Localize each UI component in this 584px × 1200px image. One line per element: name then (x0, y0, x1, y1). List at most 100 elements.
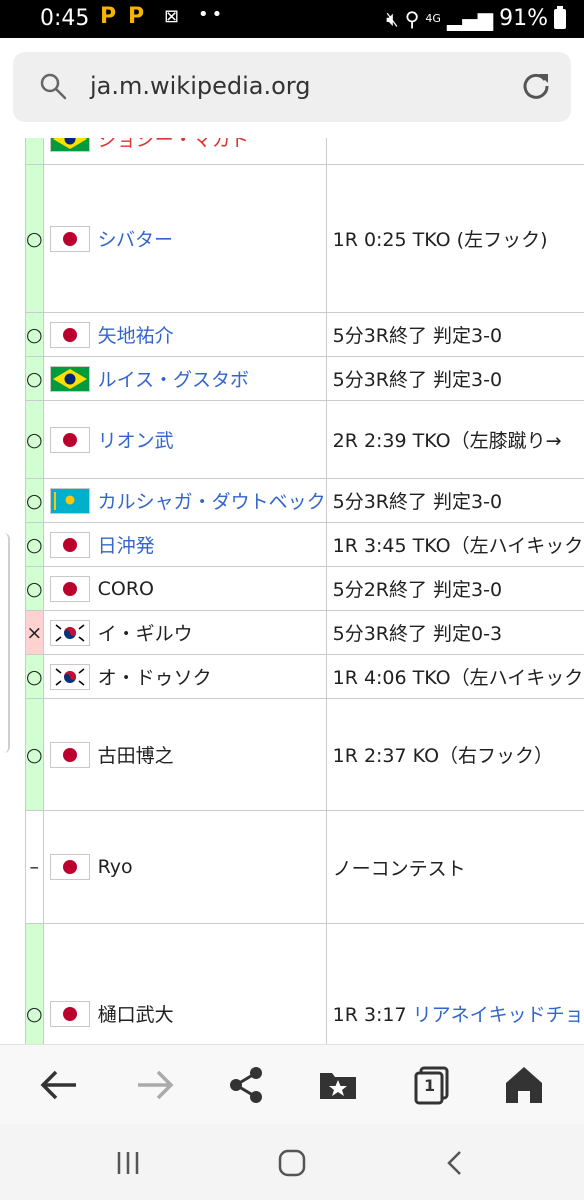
battery-percent: 91% (499, 6, 548, 31)
japan-flag-icon (49, 321, 90, 348)
back-arrow-icon[interactable] (38, 1063, 82, 1107)
app-notification-icon: P (100, 4, 117, 29)
opponent-cell: 日沖発 (42, 522, 327, 567)
result-cell: ○ (25, 312, 44, 357)
opponent-name: 古田博之 (97, 745, 174, 767)
opponent-cell: CORO (42, 566, 327, 611)
result-cell: ○ (25, 566, 44, 611)
status-bar: 0:45 P P ⊠ •• 🔇︎ ⚲ 4G ▂▄▆ 91% (0, 0, 584, 38)
method-cell: 1R 2:37 KO（右フック） (325, 698, 584, 811)
more-notifications-icon: •• (198, 4, 226, 25)
gallery-notification-icon: ⊠ (164, 6, 180, 27)
result-cell: ○ (25, 923, 44, 1044)
opponent-cell: シバター (42, 164, 327, 313)
recent-apps-icon[interactable] (113, 1148, 143, 1178)
reload-icon[interactable] (521, 71, 551, 101)
result-cell: ○ (25, 356, 44, 401)
table-row: ○ リオン武 2R 2:39 TKO（左膝蹴り→ (25, 400, 584, 479)
opponent-name[interactable]: カルシャガ・ダウトベック (98, 487, 326, 514)
fight-record-table: ジョシー・マカド ○ シバター 1R 0:25 TKO (左フック) ○ 矢地祐介 5分3R… (25, 138, 584, 1044)
table-row: ジョシー・マカド (25, 138, 584, 165)
japan-flag-icon (49, 575, 90, 602)
page-content[interactable]: ジョシー・マカド ○ シバター 1R 0:25 TKO (左フック) ○ 矢地祐介 5分3R… (0, 138, 584, 1044)
bookmark-star-icon[interactable] (316, 1063, 360, 1107)
result-cell: ○ (25, 698, 44, 811)
table-row: ○ シバター 1R 0:25 TKO (左フック) (25, 164, 584, 313)
opponent-name: 樋口武大 (97, 1004, 174, 1026)
status-right: 🔇︎ ⚲ 4G ▂▄▆ 91% (386, 5, 566, 31)
table-row: ○ 矢地祐介 5分3R終了 判定3-0 (25, 312, 584, 357)
browser-toolbar: 1 (0, 1044, 584, 1125)
home-button-icon[interactable] (277, 1148, 307, 1178)
method-link[interactable]: リアネイキッドチョーク (413, 1004, 584, 1026)
opponent-cell: 古田博之 (42, 698, 327, 811)
opponent-name[interactable]: ルイス・グスタボ (98, 365, 249, 392)
table-row: ○ 日沖発 1R 3:45 TKO（左ハイキック (25, 522, 584, 567)
status-time: 0:45 (40, 6, 90, 31)
method-cell: 5分3R終了 判定3-0 (325, 356, 584, 401)
tabs-count: 1 (424, 1076, 436, 1095)
korea-flag-icon (49, 663, 90, 690)
network-type: 4G (425, 12, 441, 25)
method-cell (325, 138, 584, 165)
table-row: ○ 樋口武大 1R 3:17 リアネイキッドチョーク (25, 923, 584, 1044)
method-cell: 1R 3:45 TKO（左ハイキック (325, 522, 584, 567)
japan-flag-icon (49, 1000, 90, 1027)
result-cell: ○ (25, 400, 44, 479)
tabs-button[interactable]: 1 (410, 1063, 454, 1107)
table-row: × イ・ギルウ 5分3R終了 判定0-3 (25, 610, 584, 655)
method-cell: 1R 3:17 リアネイキッドチョーク (325, 923, 584, 1044)
signal-icon: ▂▄▆ (446, 6, 494, 31)
opponent-name[interactable]: 日沖発 (98, 531, 155, 558)
battery-icon (554, 5, 566, 29)
table-row: ○ オ・ドゥソク 1R 4:06 TKO（左ハイキック (25, 654, 584, 699)
opponent-name: イ・ギルウ (97, 623, 193, 645)
search-icon[interactable] (39, 72, 67, 100)
method-cell: 5分3R終了 判定3-0 (325, 478, 584, 523)
japan-flag-icon (49, 426, 90, 453)
japan-flag-icon (49, 225, 90, 252)
japan-flag-icon (49, 531, 90, 558)
result-cell: ○ (25, 478, 44, 523)
share-icon[interactable] (224, 1063, 268, 1107)
result-cell: – (25, 810, 44, 924)
url-text[interactable]: ja.m.wikipedia.org (90, 72, 310, 100)
system-back-icon[interactable] (440, 1148, 470, 1178)
result-cell: × (25, 610, 44, 655)
method-text: 1R 3:17 (332, 1004, 413, 1026)
opponent-cell: イ・ギルウ (42, 610, 327, 655)
location-icon: ⚲ (404, 6, 420, 31)
opponent-name[interactable]: リオン武 (98, 426, 174, 453)
opponent-name[interactable]: 矢地祐介 (98, 321, 174, 348)
opponent-cell: リオン武 (42, 400, 327, 479)
opponent-cell: オ・ドゥソク (42, 654, 327, 699)
home-icon[interactable] (502, 1063, 546, 1107)
korea-flag-icon (49, 619, 90, 646)
result-cell: ○ (25, 522, 44, 567)
method-cell: 5分3R終了 判定0-3 (325, 610, 584, 655)
brazil-flag-icon (49, 138, 90, 152)
opponent-name[interactable]: シバター (98, 225, 173, 252)
result-cell: ○ (25, 654, 44, 699)
opponent-cell: ジョシー・マカド (42, 138, 327, 165)
address-bar[interactable]: ja.m.wikipedia.org (13, 52, 571, 122)
forward-arrow-icon[interactable] (132, 1063, 176, 1107)
opponent-cell: 矢地祐介 (42, 312, 327, 357)
result-cell: ○ (25, 164, 44, 313)
table-row: – Ryo ノーコンテスト (25, 810, 584, 924)
mute-icon: 🔇︎ (386, 6, 399, 31)
method-cell: 5分2R終了 判定3-0 (325, 566, 584, 611)
method-cell: 2R 2:39 TKO（左膝蹴り→ (325, 400, 584, 479)
japan-flag-icon (49, 741, 90, 768)
side-panel-handle[interactable] (0, 533, 10, 753)
system-navigation-bar (0, 1124, 584, 1200)
japan-flag-icon (49, 854, 90, 880)
opponent-cell: ルイス・グスタボ (42, 356, 327, 401)
method-cell: 5分3R終了 判定3-0 (325, 312, 584, 357)
opponent-name[interactable]: ジョシー・マカド (98, 138, 250, 152)
method-cell: 1R 0:25 TKO (左フック) (325, 164, 584, 313)
table-row: ○ ルイス・グスタボ 5分3R終了 判定3-0 (25, 356, 584, 401)
opponent-cell: 樋口武大 (42, 923, 327, 1044)
app-notification-icon: P (128, 4, 145, 29)
opponent-cell: カルシャガ・ダウトベック (42, 478, 327, 523)
